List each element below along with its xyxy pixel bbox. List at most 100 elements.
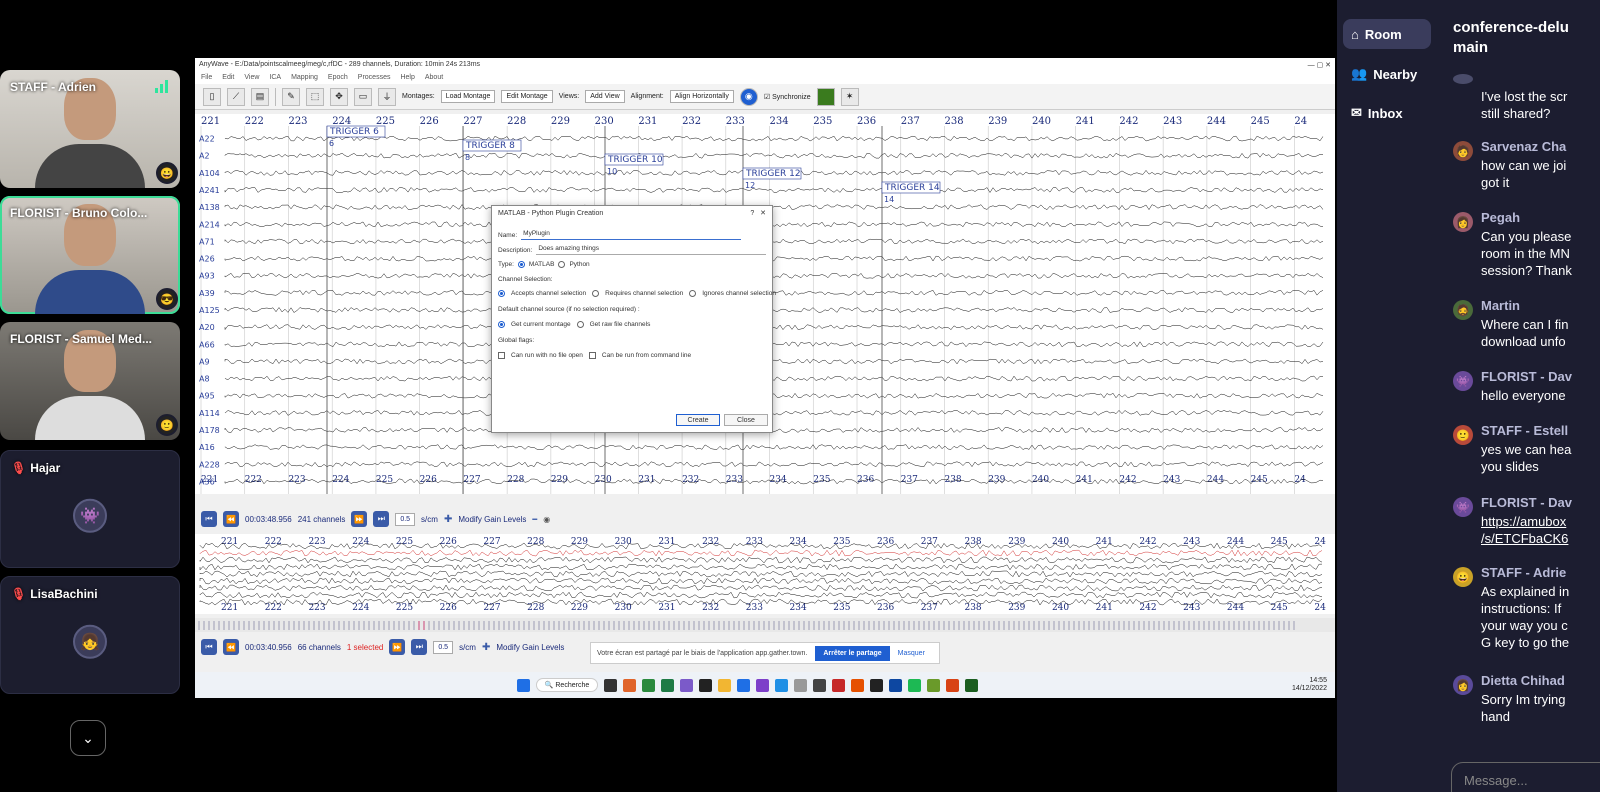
accepts-selection-radio[interactable]: [498, 290, 505, 297]
anywave-icon[interactable]: [889, 678, 903, 692]
forward-icon[interactable]: ⏩: [389, 639, 406, 655]
marker-strip[interactable]: [195, 618, 1335, 632]
filter-icon[interactable]: ⏚: [378, 87, 396, 106]
menu-item[interactable]: View: [244, 74, 259, 82]
participant-tile-samuel[interactable]: FLORIST - Samuel Med... 🙂: [0, 322, 180, 440]
nav-nearby[interactable]: 👥 Nearby: [1343, 59, 1431, 89]
time-tick-label: 222: [265, 537, 282, 547]
time-tick-label: 227: [463, 116, 482, 127]
app-icon[interactable]: [927, 678, 941, 692]
time-tick-label: 245: [1251, 116, 1270, 127]
scale-select[interactable]: 0.5: [433, 640, 454, 654]
run-icon[interactable]: ✶: [840, 87, 859, 106]
time-tick-label: 238: [944, 116, 963, 127]
plugin-name-input[interactable]: MyPlugin: [521, 230, 742, 240]
scale-select[interactable]: 0.5: [395, 512, 416, 526]
stop-sharing-button[interactable]: Arrêter le partage: [815, 645, 890, 661]
close-icon[interactable]: ✕: [760, 210, 766, 217]
command-line-checkbox[interactable]: [588, 352, 596, 359]
vscode-icon[interactable]: [756, 678, 770, 692]
taskbar-search[interactable]: 🔍 Recherche: [535, 678, 599, 692]
ignores-selection-radio[interactable]: [689, 290, 697, 297]
eeg-traces-secondary[interactable]: 2212212222222232232242242252252262262272…: [195, 534, 1335, 614]
modify-gain-button[interactable]: Modify Gain Levels: [496, 643, 564, 652]
load-montage-dropdown[interactable]: Load Montage: [440, 90, 496, 103]
camera-icon[interactable]: ◉: [739, 87, 758, 106]
window-controls[interactable]: — ▢ ✕: [1308, 61, 1331, 69]
spotify-icon[interactable]: [908, 678, 922, 692]
marker-icon[interactable]: ✥: [330, 87, 348, 106]
close-button[interactable]: Close: [724, 414, 768, 426]
description-input[interactable]: Does amazing things: [536, 245, 767, 255]
current-montage-radio[interactable]: [498, 321, 505, 328]
message-input[interactable]: Message...: [1451, 762, 1600, 792]
skip-forward-icon[interactable]: ⏭: [373, 511, 390, 527]
chat-link[interactable]: https://amubox /s/ETCFbaCK6: [1481, 513, 1568, 547]
nav-inbox[interactable]: ✉ Inbox: [1343, 98, 1431, 128]
help-icon[interactable]: ?: [750, 210, 754, 217]
app-icon[interactable]: [775, 678, 789, 692]
create-button[interactable]: Create: [676, 414, 720, 426]
participant-tile-hajar[interactable]: 🎙 Hajar 👾: [0, 450, 180, 568]
time-tick-label: 225: [396, 603, 413, 613]
forward-icon[interactable]: ⏩: [351, 511, 368, 527]
minus-icon[interactable]: ━: [532, 515, 537, 524]
matlab-icon[interactable]: [851, 678, 865, 692]
eye-icon[interactable]: ◉: [543, 515, 550, 524]
topography-icon[interactable]: [816, 87, 835, 106]
powerpoint-icon[interactable]: [946, 678, 960, 692]
windows-start-icon[interactable]: [516, 678, 530, 692]
menu-item[interactable]: Processes: [358, 74, 391, 82]
skip-back-icon[interactable]: ⏮: [201, 639, 217, 655]
alignment-dropdown[interactable]: Align Horizontally: [669, 90, 734, 103]
add-view-button[interactable]: Add View: [585, 90, 625, 103]
app-icon[interactable]: [604, 678, 618, 692]
eeg-view-secondary[interactable]: 221 221 222 222 223 223 224 224 225 225 226 226 227 2…: [195, 534, 1335, 614]
app-icon[interactable]: [794, 678, 808, 692]
menu-item[interactable]: Epoch: [328, 74, 348, 82]
rewind-icon[interactable]: ⏪: [223, 639, 239, 655]
participant-tile-lisa[interactable]: 🎙 LisaBachini 👧: [0, 576, 180, 694]
clipboard-icon[interactable]: ▭: [354, 87, 372, 106]
menu-item[interactable]: Help: [400, 74, 414, 82]
excel-icon[interactable]: [965, 678, 979, 692]
outlook-icon[interactable]: [737, 678, 751, 692]
participant-tile-bruno[interactable]: FLORIST - Bruno Colo... 😎: [0, 196, 180, 314]
chrome-icon[interactable]: [642, 678, 656, 692]
chart-icon[interactable]: ⟋: [227, 87, 245, 106]
skip-back-icon[interactable]: ⏮: [201, 511, 217, 527]
type-python-radio[interactable]: [558, 261, 566, 268]
edit-montage-button[interactable]: Edit Montage: [501, 90, 553, 103]
filezilla-icon[interactable]: [832, 678, 846, 692]
pencil-icon[interactable]: ✎: [282, 87, 300, 106]
menu-item[interactable]: About: [425, 74, 443, 82]
modify-gain-button[interactable]: Modify Gain Levels: [458, 515, 526, 524]
channel-trace: [199, 570, 1323, 578]
terminal-icon[interactable]: [699, 678, 713, 692]
hide-banner-button[interactable]: Masquer: [898, 650, 925, 657]
type-matlab-radio[interactable]: [517, 261, 525, 268]
nav-room[interactable]: ⌂ Room: [1343, 19, 1431, 49]
participant-tile-adrien[interactable]: STAFF - Adrien 😀: [0, 70, 180, 188]
rewind-icon[interactable]: ⏪: [223, 511, 239, 527]
chevron-down-icon: ⌄: [82, 729, 94, 746]
open-file-icon[interactable]: ▯: [203, 87, 221, 106]
show-more-participants-button[interactable]: ⌄: [70, 720, 106, 756]
menu-item[interactable]: File: [201, 74, 212, 82]
app-icon[interactable]: [623, 678, 637, 692]
app-icon[interactable]: [661, 678, 675, 692]
no-file-checkbox[interactable]: [498, 352, 505, 359]
requires-selection-radio[interactable]: [592, 290, 600, 297]
folder-icon[interactable]: [718, 678, 732, 692]
select-icon[interactable]: ⬚: [306, 87, 324, 106]
skip-forward-icon[interactable]: ⏭: [411, 639, 428, 655]
menu-item[interactable]: ICA: [269, 74, 281, 82]
raw-file-radio[interactable]: [576, 321, 584, 328]
app-icon[interactable]: [680, 678, 694, 692]
app-icon[interactable]: [813, 678, 827, 692]
ica-icon[interactable]: ▤: [251, 87, 269, 106]
menu-item[interactable]: Mapping: [291, 74, 318, 82]
synchronize-checkbox[interactable]: ☑ Synchronize: [764, 93, 811, 101]
menu-item[interactable]: Edit: [222, 74, 234, 82]
cmd-icon[interactable]: [870, 678, 884, 692]
